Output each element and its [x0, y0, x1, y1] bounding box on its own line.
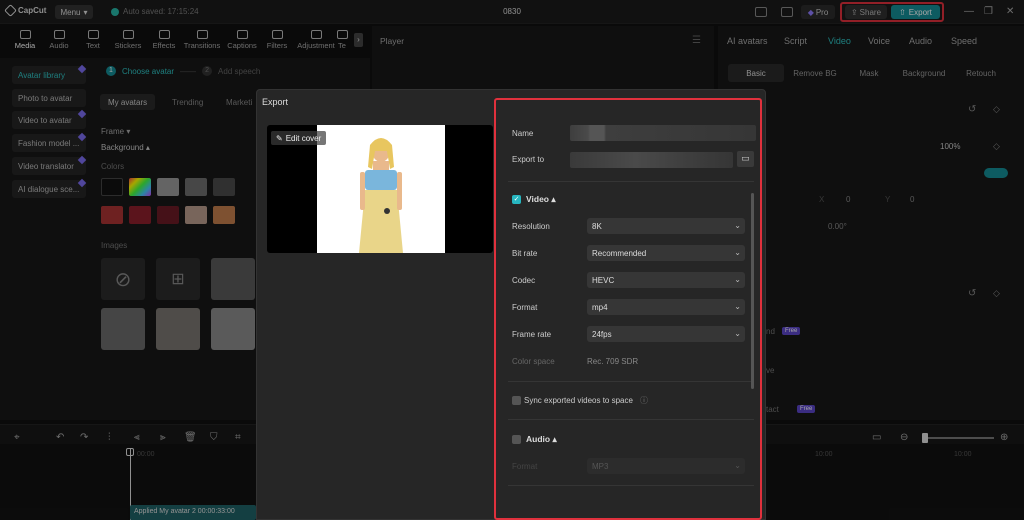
export-path-input[interactable] [570, 152, 733, 168]
name-label: Name [512, 129, 534, 138]
codec-label: Codec [512, 276, 536, 285]
chevron-down-icon: ⌄ [734, 275, 741, 284]
export-to-label: Export to [512, 155, 545, 164]
sync-label[interactable]: Sync exported videos to space [524, 396, 633, 405]
divider [508, 181, 754, 182]
colorspace-label: Color space [512, 357, 555, 366]
export-dialog-title: Export [262, 97, 289, 107]
chevron-down-icon: ⌄ [734, 329, 741, 338]
edit-cover-button[interactable]: ✎ Edit cover [271, 131, 327, 145]
bitrate-label: Bit rate [512, 249, 538, 258]
divider [508, 381, 754, 382]
framerate-select[interactable]: 24fps ⌄ [587, 326, 745, 342]
video-checkbox[interactable]: ✓ [512, 195, 521, 204]
sync-checkbox[interactable] [512, 396, 521, 405]
chevron-down-icon: ⌄ [734, 302, 741, 311]
folder-icon[interactable]: ▭ [737, 151, 754, 167]
chevron-down-icon: ⌄ [734, 221, 741, 230]
cover-photo [317, 125, 445, 253]
chevron-down-icon: ⌄ [734, 248, 741, 257]
video-section-header[interactable]: Video ▴ [526, 194, 556, 205]
audio-checkbox[interactable] [512, 435, 521, 444]
codec-select[interactable]: HEVC ⌄ [587, 272, 745, 288]
resolution-select[interactable]: 8K ⌄ [587, 218, 745, 234]
framerate-label: Frame rate [512, 330, 552, 339]
audio-format-select: MP3 ⌄ [587, 458, 745, 474]
format-label: Format [512, 303, 538, 312]
format-select[interactable]: mp4 ⌄ [587, 299, 745, 315]
info-icon[interactable]: ⓘ [640, 395, 648, 406]
resolution-label: Resolution [512, 222, 550, 231]
chevron-down-icon: ⌄ [734, 461, 741, 470]
pencil-icon: ✎ [276, 133, 283, 143]
avatar-figure-image [359, 138, 403, 253]
colorspace-value: Rec. 709 SDR [587, 357, 639, 366]
bitrate-select[interactable]: Recommended ⌄ [587, 245, 745, 261]
audio-section-header[interactable]: Audio ▴ [526, 434, 557, 445]
settings-scrollbar[interactable] [751, 193, 754, 389]
audio-format-label: Format [512, 462, 538, 471]
name-input[interactable] [570, 125, 756, 141]
divider [508, 419, 754, 420]
divider [508, 485, 754, 486]
